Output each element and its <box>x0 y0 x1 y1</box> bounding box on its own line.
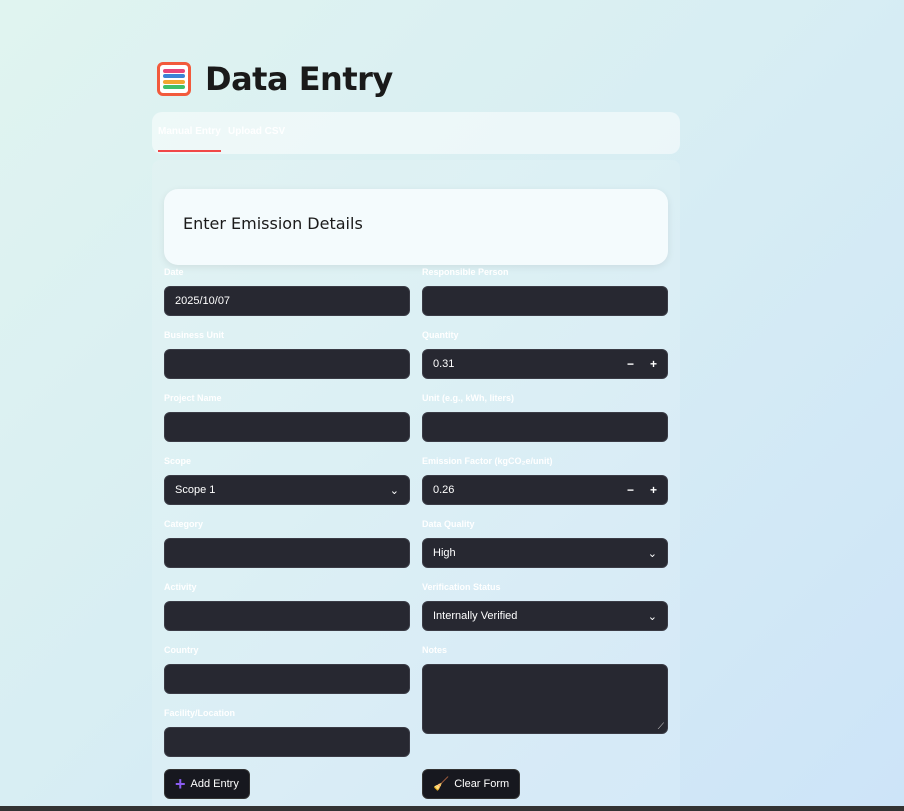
date-label: Date <box>164 267 184 277</box>
clear-form-label: Clear Form <box>454 778 510 790</box>
decrement-button[interactable]: − <box>627 357 634 371</box>
add-entry-button[interactable]: + Add Entry <box>164 769 250 799</box>
increment-button[interactable]: + <box>650 357 657 371</box>
increment-button[interactable]: + <box>650 483 657 497</box>
data-quality-select[interactable]: High ⌄ <box>422 538 668 568</box>
facility-location-label: Facility/Location <box>164 708 236 718</box>
verification-status-select[interactable]: Internally Verified ⌄ <box>422 601 668 631</box>
unit-e-g-kwh-liters-input[interactable] <box>422 412 668 442</box>
quantity-label: Quantity <box>422 330 459 340</box>
clear-form-button[interactable]: 🧹 Clear Form <box>422 769 521 799</box>
data-quality-label: Data Quality <box>422 519 475 529</box>
category-label: Category <box>164 519 204 529</box>
field-value: High <box>433 547 456 559</box>
emission-factor-kgco-e-unit-label: Emission Factor (kgCO₂e/unit) <box>422 456 553 466</box>
unit-e-g-kwh-liters-label: Unit (e.g., kWh, liters) <box>422 393 515 403</box>
tab-bar: Manual Entry Upload CSV <box>152 112 680 154</box>
tab-upload-csv[interactable]: Upload CSV <box>228 126 285 137</box>
field-value: 2025/10/07 <box>175 295 231 307</box>
verification-status-label: Verification Status <box>422 582 501 592</box>
add-entry-label: Add Entry <box>190 778 239 790</box>
field-value: 0.31 <box>433 358 455 370</box>
project-name-input[interactable] <box>164 412 410 442</box>
category-input[interactable] <box>164 538 410 568</box>
project-name-label: Project Name <box>164 393 222 403</box>
activity-input[interactable] <box>164 601 410 631</box>
field-value: Internally Verified <box>433 610 518 622</box>
page-title: Data Entry <box>205 60 393 98</box>
business-unit-input[interactable] <box>164 349 410 379</box>
plus-icon: + <box>175 774 186 794</box>
field-value: Scope 1 <box>175 484 216 496</box>
bottom-bar <box>0 806 904 811</box>
responsible-person-label: Responsible Person <box>422 267 509 277</box>
country-input[interactable] <box>164 664 410 694</box>
emission-factor-kgco-e-unit-stepper[interactable]: 0.26 − + <box>422 475 668 505</box>
facility-location-input[interactable] <box>164 727 410 757</box>
abacus-icon <box>157 62 191 96</box>
broom-icon: 🧹 <box>433 776 450 791</box>
responsible-person-input[interactable] <box>422 286 668 316</box>
country-label: Country <box>164 645 199 655</box>
form-title: Enter Emission Details <box>183 214 363 233</box>
chevron-down-icon: ⌄ <box>647 547 657 560</box>
tab-manual-entry[interactable]: Manual Entry <box>158 126 221 152</box>
activity-label: Activity <box>164 582 197 592</box>
date-input[interactable]: 2025/10/07 <box>164 286 410 316</box>
field-value: 0.26 <box>433 484 455 496</box>
business-unit-label: Business Unit <box>164 330 225 340</box>
chevron-down-icon: ⌄ <box>389 484 399 497</box>
resize-handle-icon[interactable]: ⟋ <box>658 721 664 732</box>
form-header-card: Enter Emission Details <box>164 189 668 265</box>
notes-input[interactable]: ⟋ <box>422 664 668 734</box>
scope-label: Scope <box>164 456 192 466</box>
chevron-down-icon: ⌄ <box>647 610 657 623</box>
scope-select[interactable]: Scope 1 ⌄ <box>164 475 410 505</box>
page-header: Data Entry <box>157 60 393 98</box>
quantity-stepper[interactable]: 0.31 − + <box>422 349 668 379</box>
decrement-button[interactable]: − <box>627 483 634 497</box>
notes-label: Notes <box>422 645 448 655</box>
